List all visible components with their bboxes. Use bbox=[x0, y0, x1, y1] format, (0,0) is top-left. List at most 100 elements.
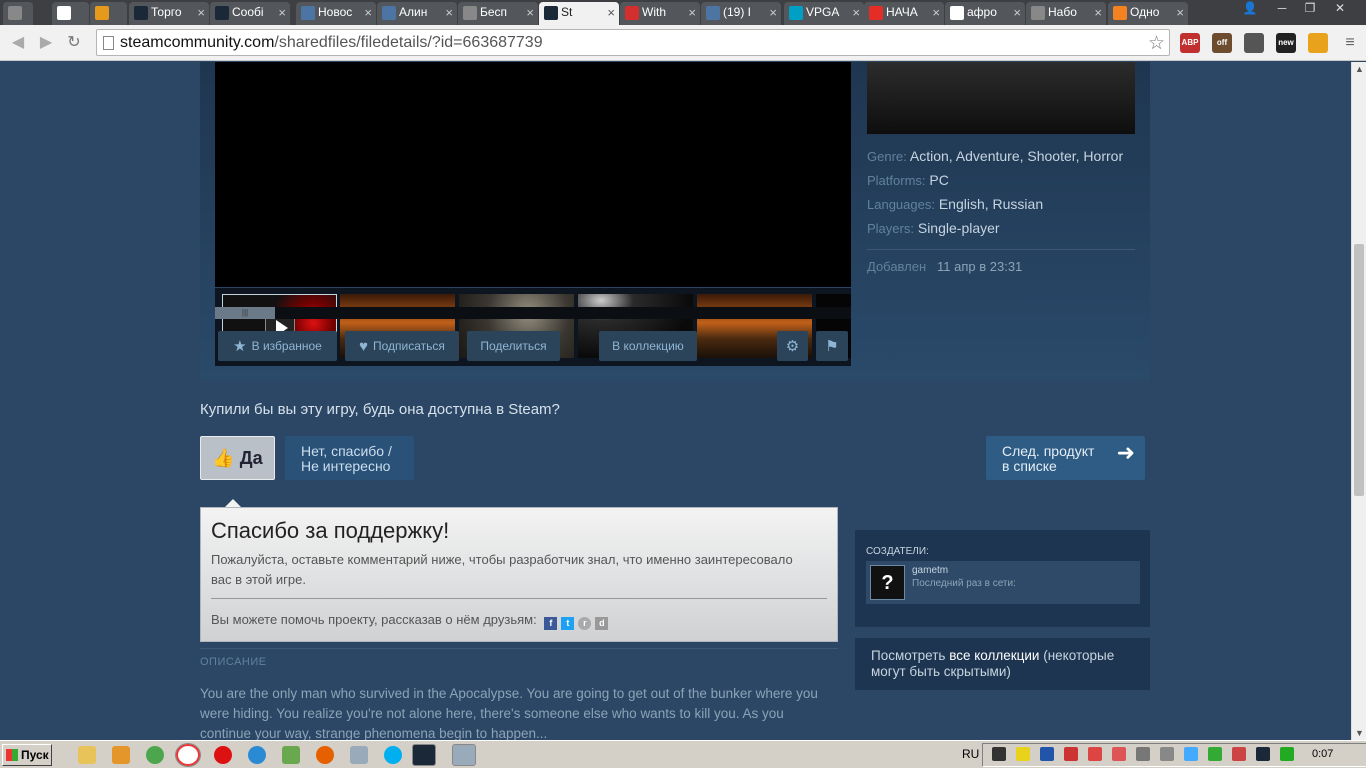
close-tab-icon[interactable]: × bbox=[197, 2, 205, 23]
browser-tab[interactable]: (19) I × bbox=[701, 2, 781, 25]
strip-scrollbar[interactable]: ||| bbox=[215, 307, 851, 319]
tray-app-icon[interactable] bbox=[1232, 747, 1246, 761]
close-tab-icon[interactable]: × bbox=[769, 2, 777, 23]
forward-icon[interactable]: ▶ bbox=[36, 33, 56, 53]
scroll-down-icon[interactable]: ▼ bbox=[1355, 728, 1364, 738]
start-button[interactable]: Пуск bbox=[2, 744, 52, 766]
clock[interactable]: 0:07 bbox=[1312, 748, 1333, 760]
browser-tab[interactable]: афро × bbox=[945, 2, 1025, 25]
close-tab-icon[interactable]: × bbox=[526, 2, 534, 23]
browser-tab[interactable] bbox=[90, 2, 127, 25]
close-window-button[interactable]: ✕ bbox=[1326, 0, 1354, 18]
opera-icon[interactable] bbox=[214, 746, 232, 764]
new-extension-icon[interactable]: new bbox=[1276, 33, 1296, 53]
vote-yes-button[interactable]: 👍 Да bbox=[200, 436, 275, 480]
app-tray-icon[interactable] bbox=[1112, 747, 1126, 761]
menu-icon[interactable]: ≡ bbox=[1340, 33, 1360, 53]
close-tab-icon[interactable]: × bbox=[852, 2, 860, 23]
browser-tab[interactable]: Новос × bbox=[296, 2, 376, 25]
explorer-icon[interactable] bbox=[78, 746, 96, 764]
minimize-button[interactable]: ─ bbox=[1268, 0, 1296, 18]
skype-icon[interactable] bbox=[384, 746, 402, 764]
tray-app-icon[interactable] bbox=[1280, 747, 1294, 761]
browser-tab[interactable]: Одно × bbox=[1108, 2, 1188, 25]
creator-name[interactable]: gametm bbox=[912, 565, 948, 576]
bluetooth-icon[interactable] bbox=[1040, 747, 1054, 761]
google-icon bbox=[950, 6, 964, 20]
facebook-icon[interactable]: f bbox=[544, 617, 558, 630]
bookmark-star-icon[interactable]: ☆ bbox=[1148, 32, 1165, 55]
favorite-button[interactable]: ★ В избранное bbox=[218, 331, 337, 361]
back-icon[interactable]: ◀ bbox=[8, 33, 28, 53]
restore-button[interactable]: ❐ bbox=[1296, 0, 1324, 18]
app-tray-icon[interactable] bbox=[1088, 747, 1102, 761]
update-icon[interactable] bbox=[1208, 747, 1222, 761]
x2-icon bbox=[625, 6, 639, 20]
avatar[interactable]: ? bbox=[870, 565, 905, 600]
shield-icon[interactable] bbox=[1016, 747, 1030, 761]
snowflake-icon[interactable] bbox=[1184, 747, 1198, 761]
network-icon[interactable] bbox=[1136, 747, 1150, 761]
vk-icon bbox=[706, 6, 720, 20]
media-icon[interactable] bbox=[112, 746, 130, 764]
close-tab-icon[interactable]: × bbox=[688, 2, 696, 23]
browser-tab[interactable]: Набо × bbox=[1026, 2, 1106, 25]
scroll-up-icon[interactable]: ▲ bbox=[1355, 64, 1364, 74]
all-collections-link[interactable]: все коллекции bbox=[949, 648, 1039, 663]
browser-tab[interactable] bbox=[52, 2, 89, 25]
browser-tab[interactable] bbox=[3, 2, 33, 25]
scroll-thumb[interactable] bbox=[1354, 244, 1364, 496]
reload-icon[interactable]: ↻ bbox=[64, 33, 84, 53]
scroll-handle[interactable]: ||| bbox=[215, 307, 275, 319]
user-icon[interactable]: 👤 bbox=[1236, 0, 1264, 18]
video-player[interactable] bbox=[215, 62, 851, 287]
monitor-icon[interactable] bbox=[992, 747, 1006, 761]
browser-tab[interactable]: St × bbox=[539, 2, 619, 25]
share-button[interactable]: Поделиться bbox=[467, 331, 560, 361]
reddit-icon[interactable]: r bbox=[578, 617, 592, 630]
browser-tab[interactable]: Алин × bbox=[377, 2, 457, 25]
close-tab-icon[interactable]: × bbox=[445, 2, 453, 23]
chrome-icon[interactable] bbox=[175, 743, 201, 767]
page-scrollbar[interactable]: ▲ ▼ bbox=[1351, 62, 1366, 740]
address-bar[interactable]: steamcommunity.com/sharedfiles/filedetai… bbox=[96, 29, 1170, 56]
adblock-icon[interactable]: ABP bbox=[1180, 33, 1200, 53]
steam-taskbar-icon[interactable] bbox=[412, 744, 436, 766]
cs-icon[interactable] bbox=[1244, 33, 1264, 53]
browser-tab[interactable]: VPGA × bbox=[784, 2, 864, 25]
twitter-icon[interactable]: t bbox=[561, 617, 575, 630]
notepad-icon[interactable] bbox=[350, 746, 368, 764]
report-button[interactable]: ⚑ bbox=[816, 331, 848, 361]
ghost-extension-icon[interactable]: off bbox=[1212, 33, 1232, 53]
app-k-icon[interactable] bbox=[248, 746, 266, 764]
calculator-icon[interactable] bbox=[282, 746, 300, 764]
app-tray-icon[interactable] bbox=[1064, 747, 1078, 761]
close-tab-icon[interactable]: × bbox=[932, 2, 940, 23]
browser-tab[interactable]: Бесп × bbox=[458, 2, 538, 25]
pin-icon[interactable] bbox=[452, 744, 476, 766]
settings-button[interactable]: ⚙ bbox=[777, 331, 808, 361]
volume-icon[interactable] bbox=[1160, 747, 1174, 761]
firefox-icon[interactable] bbox=[316, 746, 334, 764]
digg-icon[interactable]: d bbox=[595, 617, 609, 630]
browser-tab[interactable]: Сообі × bbox=[210, 2, 290, 25]
next-item-button[interactable]: След. продукт в списке ➜ bbox=[986, 436, 1145, 480]
add-to-collection-button[interactable]: В коллекцию bbox=[599, 331, 697, 361]
close-tab-icon[interactable]: × bbox=[1013, 2, 1021, 23]
close-tab-icon[interactable]: × bbox=[607, 2, 615, 23]
browser-tab[interactable]: With × bbox=[620, 2, 700, 25]
subscribe-button[interactable]: ♥ Подписаться bbox=[345, 331, 459, 361]
fire-extension-icon[interactable] bbox=[1308, 33, 1328, 53]
steam-tray-icon[interactable] bbox=[1256, 747, 1270, 761]
browser-tab-bar: Торго × Сообі × Новос × Алин × Бесп × St × With × (19)… bbox=[0, 0, 1366, 25]
creator-card[interactable]: ? gametm Последний раз в сети: bbox=[866, 561, 1140, 604]
vote-no-button[interactable]: Нет, спасибо / Не интересно bbox=[285, 436, 414, 480]
close-tab-icon[interactable]: × bbox=[1094, 2, 1102, 23]
language-indicator[interactable]: RU bbox=[962, 747, 979, 761]
close-tab-icon[interactable]: × bbox=[1176, 2, 1184, 23]
close-tab-icon[interactable]: × bbox=[278, 2, 286, 23]
browser-tab[interactable]: Торго × bbox=[129, 2, 209, 25]
browser-tab[interactable]: НАЧА × bbox=[864, 2, 944, 25]
utorrent-icon[interactable] bbox=[146, 746, 164, 764]
close-tab-icon[interactable]: × bbox=[364, 2, 372, 23]
